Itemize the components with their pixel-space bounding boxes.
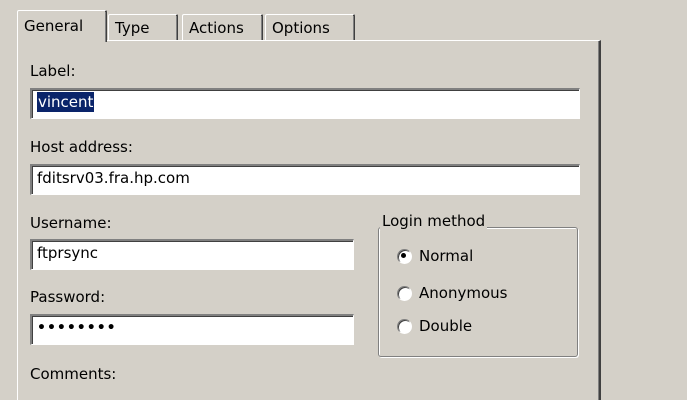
label-input[interactable]: vincent bbox=[30, 88, 580, 119]
username-value: ftprsync bbox=[37, 244, 99, 262]
radio-normal[interactable] bbox=[397, 248, 412, 264]
login-method-double[interactable]: Double bbox=[397, 316, 472, 336]
radio-anonymous-label: Anonymous bbox=[419, 284, 508, 302]
host-address-value: fditsrv03.fra.hp.com bbox=[37, 169, 190, 187]
login-method-anonymous[interactable]: Anonymous bbox=[397, 283, 507, 303]
label-field-label: Label: bbox=[30, 62, 76, 80]
password-masked-value: •••••••• bbox=[37, 320, 117, 336]
tab-general[interactable]: General bbox=[17, 10, 107, 42]
login-method-normal[interactable]: Normal bbox=[397, 246, 473, 266]
active-tab-joint bbox=[18, 39, 105, 42]
comments-label: Comments: bbox=[30, 365, 117, 383]
ftp-site-properties-dialog: General Type Actions Options Label: vinc… bbox=[0, 0, 687, 400]
tab-options[interactable]: Options bbox=[265, 14, 355, 40]
username-input[interactable]: ftprsync bbox=[30, 239, 354, 270]
radio-double-label: Double bbox=[419, 317, 473, 335]
tab-general-label: General bbox=[24, 17, 84, 35]
tab-options-label: Options bbox=[272, 19, 330, 37]
host-address-label: Host address: bbox=[30, 138, 133, 156]
host-address-input[interactable]: fditsrv03.fra.hp.com bbox=[30, 164, 580, 195]
password-label: Password: bbox=[30, 288, 106, 306]
password-input[interactable]: •••••••• bbox=[30, 314, 354, 345]
label-input-value: vincent bbox=[37, 92, 95, 112]
tab-type-label: Type bbox=[115, 19, 150, 37]
tab-actions[interactable]: Actions bbox=[182, 14, 263, 40]
radio-anonymous[interactable] bbox=[397, 285, 412, 301]
radio-normal-label: Normal bbox=[419, 247, 474, 265]
radio-double[interactable] bbox=[397, 318, 412, 334]
tab-type[interactable]: Type bbox=[108, 14, 178, 40]
tab-actions-label: Actions bbox=[189, 19, 244, 37]
username-label: Username: bbox=[30, 214, 112, 232]
login-method-legend: Login method bbox=[380, 212, 488, 230]
